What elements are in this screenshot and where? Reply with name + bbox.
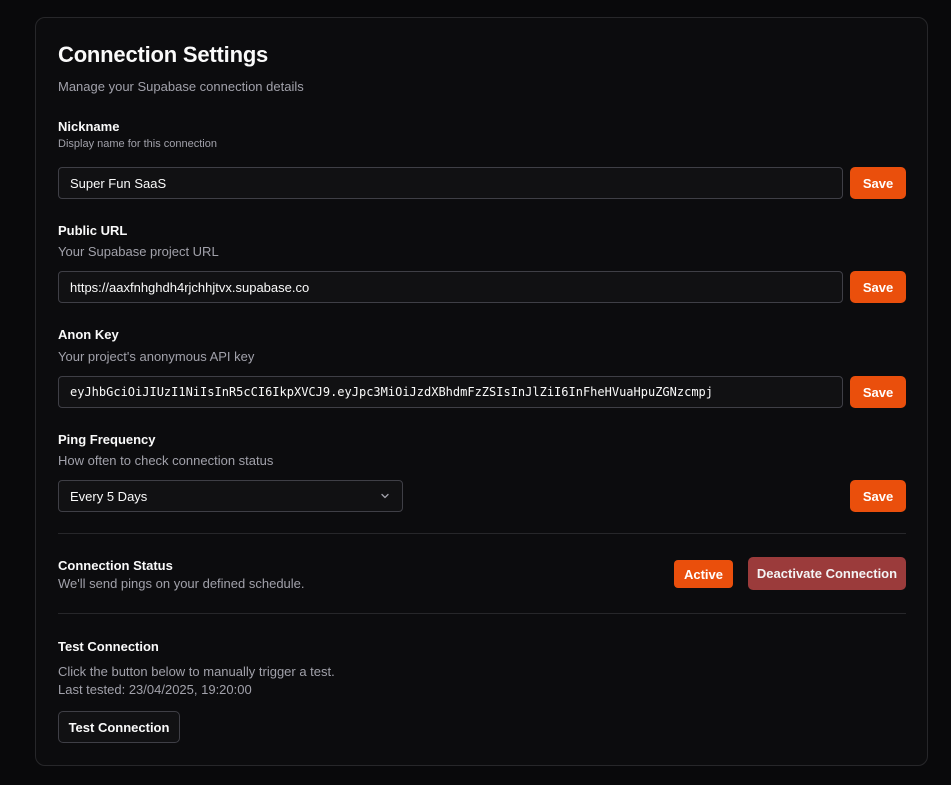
- nickname-label: Nickname: [58, 119, 120, 134]
- ping-frequency-select[interactable]: Every 5 Days: [58, 480, 403, 512]
- page-subtitle: Manage your Supabase connection details: [58, 79, 304, 94]
- ping-frequency-label: Ping Frequency: [58, 432, 156, 447]
- divider: [58, 533, 906, 534]
- connection-status-description: We'll send pings on your defined schedul…: [58, 576, 305, 591]
- test-connection-description: Click the button below to manually trigg…: [58, 664, 335, 679]
- save-ping-frequency-button[interactable]: Save: [850, 480, 906, 512]
- anon-key-description: Your project's anonymous API key: [58, 349, 255, 364]
- save-anon-key-button[interactable]: Save: [850, 376, 906, 408]
- chevron-down-icon: [379, 490, 391, 502]
- ping-frequency-description: How often to check connection status: [58, 453, 274, 468]
- deactivate-connection-button[interactable]: Deactivate Connection: [748, 557, 906, 590]
- save-public-url-button[interactable]: Save: [850, 271, 906, 303]
- save-nickname-button[interactable]: Save: [850, 167, 906, 199]
- nickname-input[interactable]: Super Fun SaaS: [58, 167, 843, 199]
- connection-settings-card: Connection Settings Manage your Supabase…: [35, 17, 928, 766]
- test-connection-button[interactable]: Test Connection: [58, 711, 180, 743]
- page-title: Connection Settings: [58, 42, 269, 67]
- public-url-description: Your Supabase project URL: [58, 244, 219, 259]
- divider: [58, 613, 906, 614]
- last-tested-text: Last tested: 23/04/2025, 19:20:00: [58, 682, 252, 697]
- ping-frequency-selected-value: Every 5 Days: [70, 488, 148, 504]
- anon-key-label: Anon Key: [58, 327, 119, 342]
- test-connection-label: Test Connection: [58, 639, 159, 654]
- nickname-description: Display name for this connection: [58, 138, 217, 150]
- anon-key-input[interactable]: eyJhbGciOiJIUzI1NiIsInR5cCI6IkpXVCJ9.eyJ…: [58, 376, 843, 408]
- connection-status-label: Connection Status: [58, 558, 173, 573]
- public-url-input[interactable]: https://aaxfnhghdh4rjchhjtvx.supabase.co: [58, 271, 843, 303]
- public-url-label: Public URL: [58, 223, 128, 238]
- status-badge: Active: [674, 560, 733, 588]
